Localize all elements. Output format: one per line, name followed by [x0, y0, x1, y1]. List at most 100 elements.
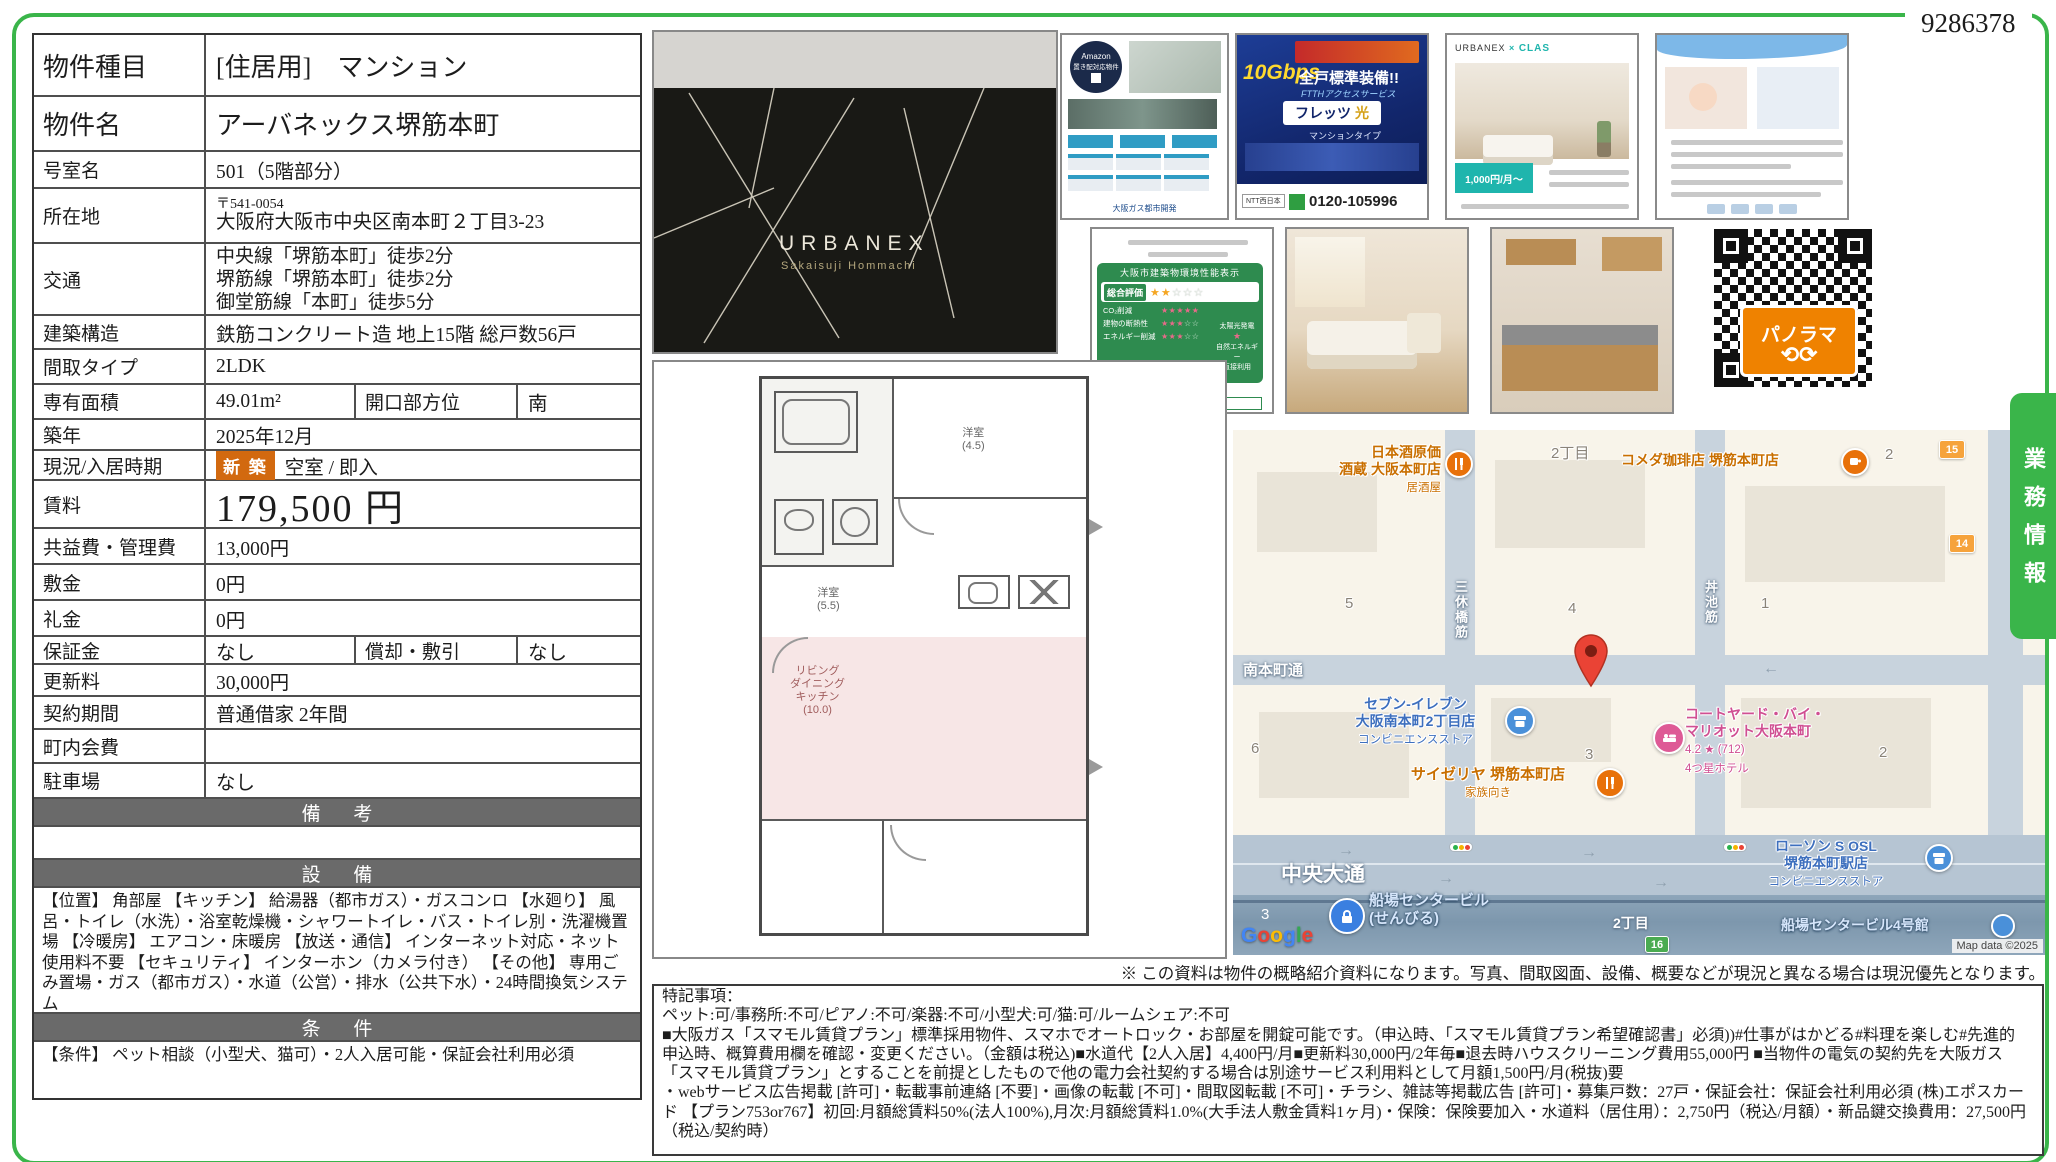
- street-label: 南本町通: [1243, 659, 1303, 680]
- restaurant-pin-icon: [1445, 450, 1473, 478]
- amazon-label: Amazon: [1081, 52, 1110, 61]
- row-label: 現況/入居時期: [34, 451, 206, 479]
- flyer-service-leaflet[interactable]: [1655, 33, 1849, 220]
- stars-on: ★★★: [1161, 332, 1184, 341]
- balcony-vent-icon: [1089, 759, 1103, 775]
- block-number: 3: [1585, 746, 1593, 763]
- exterior-photo[interactable]: URBANEX Sakaisuji Hommachi: [652, 30, 1058, 354]
- flyer-header-wave: [1657, 35, 1847, 59]
- flyer-steps: [1068, 154, 1217, 192]
- traffic-light-icon: [1723, 842, 1747, 852]
- poi-seven-eleven: セブン-イレブン 大阪南本町2丁目店 コンビニエンスストア: [1323, 696, 1508, 749]
- floor-plan[interactable]: 洋室 (4.5) 洋室 (5.5) リビング ダイニング キッチン (10.0): [652, 360, 1227, 959]
- building: [1745, 486, 1945, 582]
- postal-code: 〒541-0054: [216, 197, 284, 212]
- table-row: 築年 2025年12月: [34, 418, 640, 449]
- row-label: 専有面積: [34, 385, 206, 418]
- table-row: 現況/入居時期 新 築 空室 / 即入: [34, 449, 640, 479]
- bedroom2-label: 洋室 (5.5): [817, 587, 840, 613]
- qr-finder-icon: [1838, 229, 1872, 263]
- door-arc: [898, 499, 934, 535]
- x-separator: ×: [1509, 43, 1515, 53]
- amazon-badge-icon: Amazon 置き配対応物件: [1070, 41, 1122, 93]
- disclaimer-note: ※ この資料は物件の概略紹介資料になります。写真、間取図面、設備、概要などが現況…: [845, 960, 2045, 984]
- notes-paragraph: ■大阪ガス「スマモル賃貸プラン」標準採用物件、スマホでオートロック・お部屋を開錠…: [662, 1026, 2034, 1084]
- poi-line: セブン-イレブン: [1364, 696, 1467, 712]
- business-info-tab-label: 業務情報: [2017, 433, 2049, 599]
- coffee-pin-icon: [1841, 448, 1869, 476]
- row-value: 〒541-0054 大阪府大阪市中央区南本町２丁目3-23: [206, 189, 640, 242]
- logo-letter: o: [1270, 924, 1283, 947]
- qr-finder-icon: [1714, 229, 1748, 263]
- casbee-title: 大阪市建築物環境性能表示: [1097, 266, 1263, 279]
- balcony-vent-icon: [1089, 519, 1103, 535]
- flyer-footer-logos: [1657, 204, 1847, 214]
- table-row: 礼金 0円: [34, 599, 640, 635]
- row-label: 所在地: [34, 189, 206, 242]
- solar-label: 太陽光発電: [1215, 321, 1259, 331]
- amazon-sublabel: 置き配対応物件: [1073, 61, 1119, 71]
- flyer-chip: [1120, 135, 1165, 148]
- poi-semba-center: 船場センタービル (せんびる): [1369, 892, 1489, 928]
- poi-category: 家族向き: [1465, 787, 1511, 799]
- sofa-shape: [1483, 135, 1553, 165]
- poi-lawson: ローソン S OSL 堺筋本町駅店 コンビニエンスストア: [1731, 838, 1921, 891]
- casbee-row-label: エネルギー削減: [1103, 331, 1161, 342]
- location-map[interactable]: 南本町通 中央大通 三休橋筋 丼池筋 2丁目 2丁目 5 4 1 6 3 2 2…: [1233, 430, 2045, 955]
- light-lines-decoration: [654, 88, 1052, 348]
- row-label: 交通: [34, 244, 206, 314]
- range-hood-shape: [1506, 239, 1576, 265]
- row-label: 駐車場: [34, 764, 206, 797]
- interior-photo-living[interactable]: [1285, 227, 1469, 414]
- washer-icon: [832, 499, 878, 545]
- block-number: 3: [1261, 906, 1269, 923]
- review-count: (712): [1718, 744, 1745, 756]
- row-value: なし: [206, 637, 356, 663]
- route-badge: 14: [1949, 534, 1975, 553]
- poi-line: 日本酒原価: [1371, 444, 1441, 460]
- stars-off: ☆☆: [1184, 332, 1199, 341]
- notes-paragraph: ・webサービス広告掲載 [許可]・転載事前連絡 [不要]・画像の転載 [不可]…: [662, 1083, 2034, 1141]
- new-build-badge: 新 築: [216, 451, 275, 480]
- table-row: 号室名 501（5階部分）: [34, 150, 640, 187]
- casbee-row: CO₂削減 ★★★★★: [1103, 305, 1259, 316]
- status-text: 空室 / 即入: [285, 451, 378, 480]
- notes-title: 特記事項：: [662, 987, 2034, 1006]
- business-info-tab[interactable]: 業務情報: [2010, 393, 2056, 639]
- row-value: 2025年12月: [206, 420, 640, 449]
- special-notes: 特記事項： ペット:可/事務所:不可/ピアノ:不可/楽器:不可/小型犬:可/猫:…: [652, 984, 2044, 1156]
- conditions-text: 【条件】 ペット相談（小型犬、猫可）・2人入居可能・保証会社利用必須: [34, 1040, 640, 1098]
- table-row: 物件名 アーバネックス堺筋本町: [34, 95, 640, 150]
- bedroom1-label: 洋室 (4.5): [962, 427, 985, 453]
- row-value: 中央線「堺筋本町」徒歩2分 堺筋線「堺筋本町」徒歩2分 御堂筋線「本町」徒歩5分: [206, 244, 640, 314]
- logo-letter: o: [1257, 924, 1270, 947]
- row-value: 13,000円: [206, 529, 640, 563]
- poi-courtyard-marriott: コートヤード・バイ・ マリオット大阪本町 4.2 ★ (712) 4つ星ホテル: [1685, 706, 1855, 778]
- row-label: 間取タイプ: [34, 350, 206, 383]
- row-value: 普通借家 2年間: [206, 697, 640, 728]
- direction-arrow-icon: ←: [1763, 660, 1779, 678]
- flyer-banner: [1295, 41, 1419, 63]
- toilet-icon: [774, 499, 824, 555]
- street-label: 中央大通: [1281, 858, 1365, 888]
- interior-photo-kitchen[interactable]: [1490, 227, 1674, 414]
- furniture-photo: [1455, 63, 1629, 159]
- flyer-clas-furniture[interactable]: URBANEX × CLAS 1,000円/月〜: [1445, 33, 1639, 220]
- solar-star: ★: [1233, 331, 1241, 341]
- flyer-flets-hikari[interactable]: 10Gbps 全戸標準装備!! FTTHアクセスサービス フレッツ 光 マンショ…: [1235, 33, 1429, 220]
- building-pin-icon: [1991, 914, 2015, 938]
- row-value2: 南: [518, 385, 640, 418]
- panorama-badge[interactable]: パノラマ ⟲⟳: [1740, 305, 1858, 377]
- row-label: 築年: [34, 420, 206, 449]
- remarks-text: [34, 827, 640, 858]
- equipment-text: 【位置】 角部屋 【キッチン】 給湯器（都市ガス）・ガスコンロ 【水廻り】 風呂…: [34, 886, 640, 1012]
- google-logo: Google: [1241, 924, 1313, 948]
- restaurant-pin-icon: [1595, 768, 1625, 798]
- price-box: 1,000円/月〜: [1455, 163, 1533, 193]
- poi-line: (せんびる): [1369, 910, 1439, 927]
- window-shape: [1295, 237, 1365, 307]
- block-number: 6: [1251, 740, 1259, 757]
- table-row: 更新料 30,000円: [34, 663, 640, 695]
- panorama-qr-code[interactable]: パノラマ ⟲⟳: [1700, 227, 1885, 410]
- flyer-amazon-delivery[interactable]: Amazon 置き配対応物件 大阪ガス都市開発: [1060, 33, 1229, 220]
